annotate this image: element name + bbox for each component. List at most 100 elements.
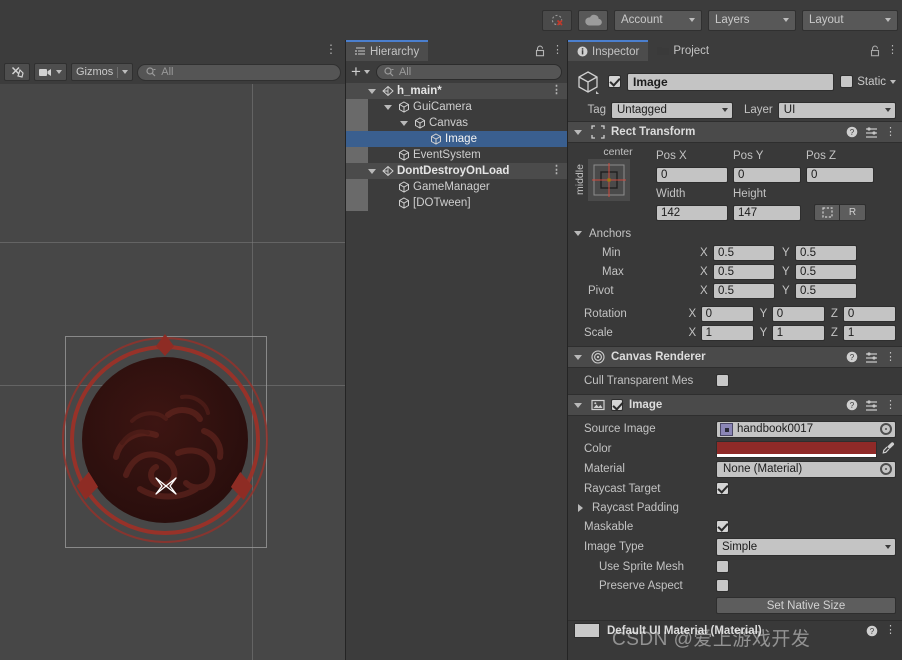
- pos-x-input[interactable]: 0: [656, 166, 728, 183]
- pos-y-input[interactable]: 0: [733, 166, 801, 183]
- pos-z-input[interactable]: 0: [806, 166, 874, 183]
- lock-icon[interactable]: [870, 45, 880, 57]
- anchor-preset-widget[interactable]: [588, 159, 630, 201]
- foldout-triangle-icon[interactable]: [574, 354, 582, 360]
- hierarchy-item-h-main[interactable]: h_main* ⋮: [346, 83, 568, 99]
- component-header-canvas-renderer[interactable]: Canvas Renderer ? ⋮: [568, 346, 902, 368]
- component-kebab-icon[interactable]: ⋮: [885, 399, 896, 411]
- layer-dropdown[interactable]: UI: [777, 101, 896, 119]
- tab-hierarchy[interactable]: Hierarchy: [346, 40, 429, 61]
- cloud-icon[interactable]: [578, 9, 608, 31]
- tag-dropdown[interactable]: Untagged: [611, 101, 733, 119]
- eyedropper-icon[interactable]: [881, 441, 896, 457]
- scale-x-input[interactable]: 1: [700, 324, 754, 341]
- anchor-min-x-input[interactable]: 0.5: [713, 244, 775, 261]
- hierarchy-row-kebab-icon[interactable]: ⋮: [551, 84, 562, 97]
- lock-icon[interactable]: [535, 45, 545, 57]
- blueprint-mode-button[interactable]: [814, 204, 840, 221]
- hierarchy-item-dontdestroyonload[interactable]: DontDestroyOnLoad ⋮: [346, 163, 568, 179]
- component-kebab-icon[interactable]: ⋮: [885, 351, 896, 363]
- hierarchy-search-input[interactable]: All: [375, 64, 562, 80]
- scale-z-input[interactable]: 1: [842, 324, 896, 341]
- scale-label: Scale: [584, 326, 613, 339]
- object-picker-icon[interactable]: [880, 423, 892, 435]
- cull-transparent-mesh-checkbox[interactable]: [716, 374, 729, 387]
- account-dropdown[interactable]: Account: [614, 9, 702, 31]
- image-type-dropdown[interactable]: Simple: [716, 537, 896, 556]
- chevron-down-icon[interactable]: [890, 79, 896, 84]
- foldout-triangle-icon[interactable]: [574, 129, 582, 135]
- move-tool-gizmo[interactable]: [152, 472, 180, 503]
- static-toggle-group[interactable]: Static: [840, 75, 896, 88]
- rotation-y-input[interactable]: 0: [771, 305, 825, 322]
- foldout-triangle-icon[interactable]: [574, 402, 582, 408]
- preset-icon[interactable]: [865, 126, 878, 138]
- material-kebab-icon[interactable]: ⋮: [885, 625, 896, 636]
- preserve-aspect-checkbox[interactable]: [716, 579, 729, 592]
- object-picker-icon[interactable]: [880, 463, 892, 475]
- foldout-triangle-icon[interactable]: [368, 168, 376, 174]
- hierarchy-item-gamemanager[interactable]: GameManager: [346, 179, 568, 195]
- rotation-x-input[interactable]: 0: [700, 305, 754, 322]
- raycast-padding-foldout-icon[interactable]: [578, 503, 583, 512]
- scene-camera-dropdown[interactable]: [34, 63, 67, 81]
- anchor-max-y-input[interactable]: 0.5: [795, 263, 857, 280]
- set-native-size-button[interactable]: Set Native Size: [716, 597, 896, 614]
- width-input[interactable]: 142: [656, 204, 728, 221]
- help-icon[interactable]: ?: [866, 625, 878, 637]
- gizmos-dropdown[interactable]: Gizmos: [71, 63, 134, 81]
- height-input[interactable]: 147: [733, 204, 801, 221]
- scene-tools-icon[interactable]: [4, 63, 30, 81]
- gameobject-enabled-checkbox[interactable]: [608, 75, 621, 88]
- raycast-target-checkbox[interactable]: [716, 482, 729, 495]
- pivot-x-input[interactable]: 0.5: [713, 282, 775, 299]
- inspector-kebab-icon[interactable]: ⋮: [887, 45, 898, 56]
- layout-dropdown[interactable]: Layout: [802, 9, 898, 31]
- color-swatch-field[interactable]: [716, 440, 877, 458]
- foldout-triangle-icon[interactable]: [368, 88, 376, 94]
- collab-error-icon[interactable]: [542, 9, 572, 31]
- hierarchy-item-image[interactable]: Image: [346, 131, 568, 147]
- help-icon[interactable]: ?: [846, 126, 858, 138]
- help-icon[interactable]: ?: [846, 351, 858, 363]
- anchors-foldout-icon[interactable]: [574, 231, 582, 236]
- foldout-triangle-icon[interactable]: [384, 104, 392, 110]
- hierarchy-kebab-icon[interactable]: ⋮: [552, 45, 563, 56]
- help-icon[interactable]: ?: [846, 399, 858, 411]
- scene-canvas[interactable]: [0, 84, 345, 660]
- scene-kebab-icon[interactable]: ⋮: [325, 43, 337, 55]
- material-field[interactable]: None (Material): [716, 460, 896, 478]
- component-kebab-icon[interactable]: ⋮: [885, 126, 896, 138]
- hierarchy-tree[interactable]: h_main* ⋮ GuiCamera Canvas Image EventSystem D…: [346, 83, 568, 660]
- scene-search-input[interactable]: All: [137, 63, 341, 81]
- component-header-rect-transform[interactable]: Rect Transform ? ⋮: [568, 121, 902, 143]
- raw-edit-mode-button[interactable]: R: [840, 204, 866, 221]
- use-sprite-mesh-checkbox[interactable]: [716, 560, 729, 573]
- layers-dropdown[interactable]: Layers: [708, 9, 796, 31]
- scale-y-input[interactable]: 1: [771, 324, 825, 341]
- hierarchy-item-dotween[interactable]: [DOTween]: [346, 195, 568, 211]
- tab-inspector[interactable]: Inspector: [568, 40, 649, 61]
- foldout-triangle-icon[interactable]: [400, 120, 408, 126]
- image-enabled-checkbox[interactable]: [611, 399, 623, 411]
- preset-icon[interactable]: [865, 351, 878, 363]
- material-footer-row[interactable]: Default UI Material (Material) ? ⋮: [568, 621, 902, 640]
- add-gameobject-button[interactable]: +: [351, 63, 370, 80]
- gameobject-name-field[interactable]: Image: [627, 72, 835, 91]
- maskable-checkbox[interactable]: [716, 520, 729, 533]
- hierarchy-item-guicamera[interactable]: GuiCamera: [346, 99, 568, 115]
- handbook0017-sprite[interactable]: [62, 334, 268, 543]
- hierarchy-item-eventsystem[interactable]: EventSystem: [346, 147, 568, 163]
- anchor-max-x-input[interactable]: 0.5: [713, 263, 775, 280]
- tab-project[interactable]: Project: [648, 40, 719, 61]
- rotation-z-input[interactable]: 0: [842, 305, 896, 322]
- gameobject-icon-wrap: [398, 149, 410, 161]
- source-image-field[interactable]: handbook0017: [716, 420, 896, 438]
- preset-icon[interactable]: [865, 399, 878, 411]
- hierarchy-item-canvas[interactable]: Canvas: [346, 115, 568, 131]
- static-checkbox[interactable]: [840, 75, 854, 88]
- hierarchy-row-kebab-icon[interactable]: ⋮: [551, 164, 562, 177]
- anchor-min-y-input[interactable]: 0.5: [795, 244, 857, 261]
- component-header-image[interactable]: Image ? ⋮: [568, 394, 902, 416]
- pivot-y-input[interactable]: 0.5: [795, 282, 857, 299]
